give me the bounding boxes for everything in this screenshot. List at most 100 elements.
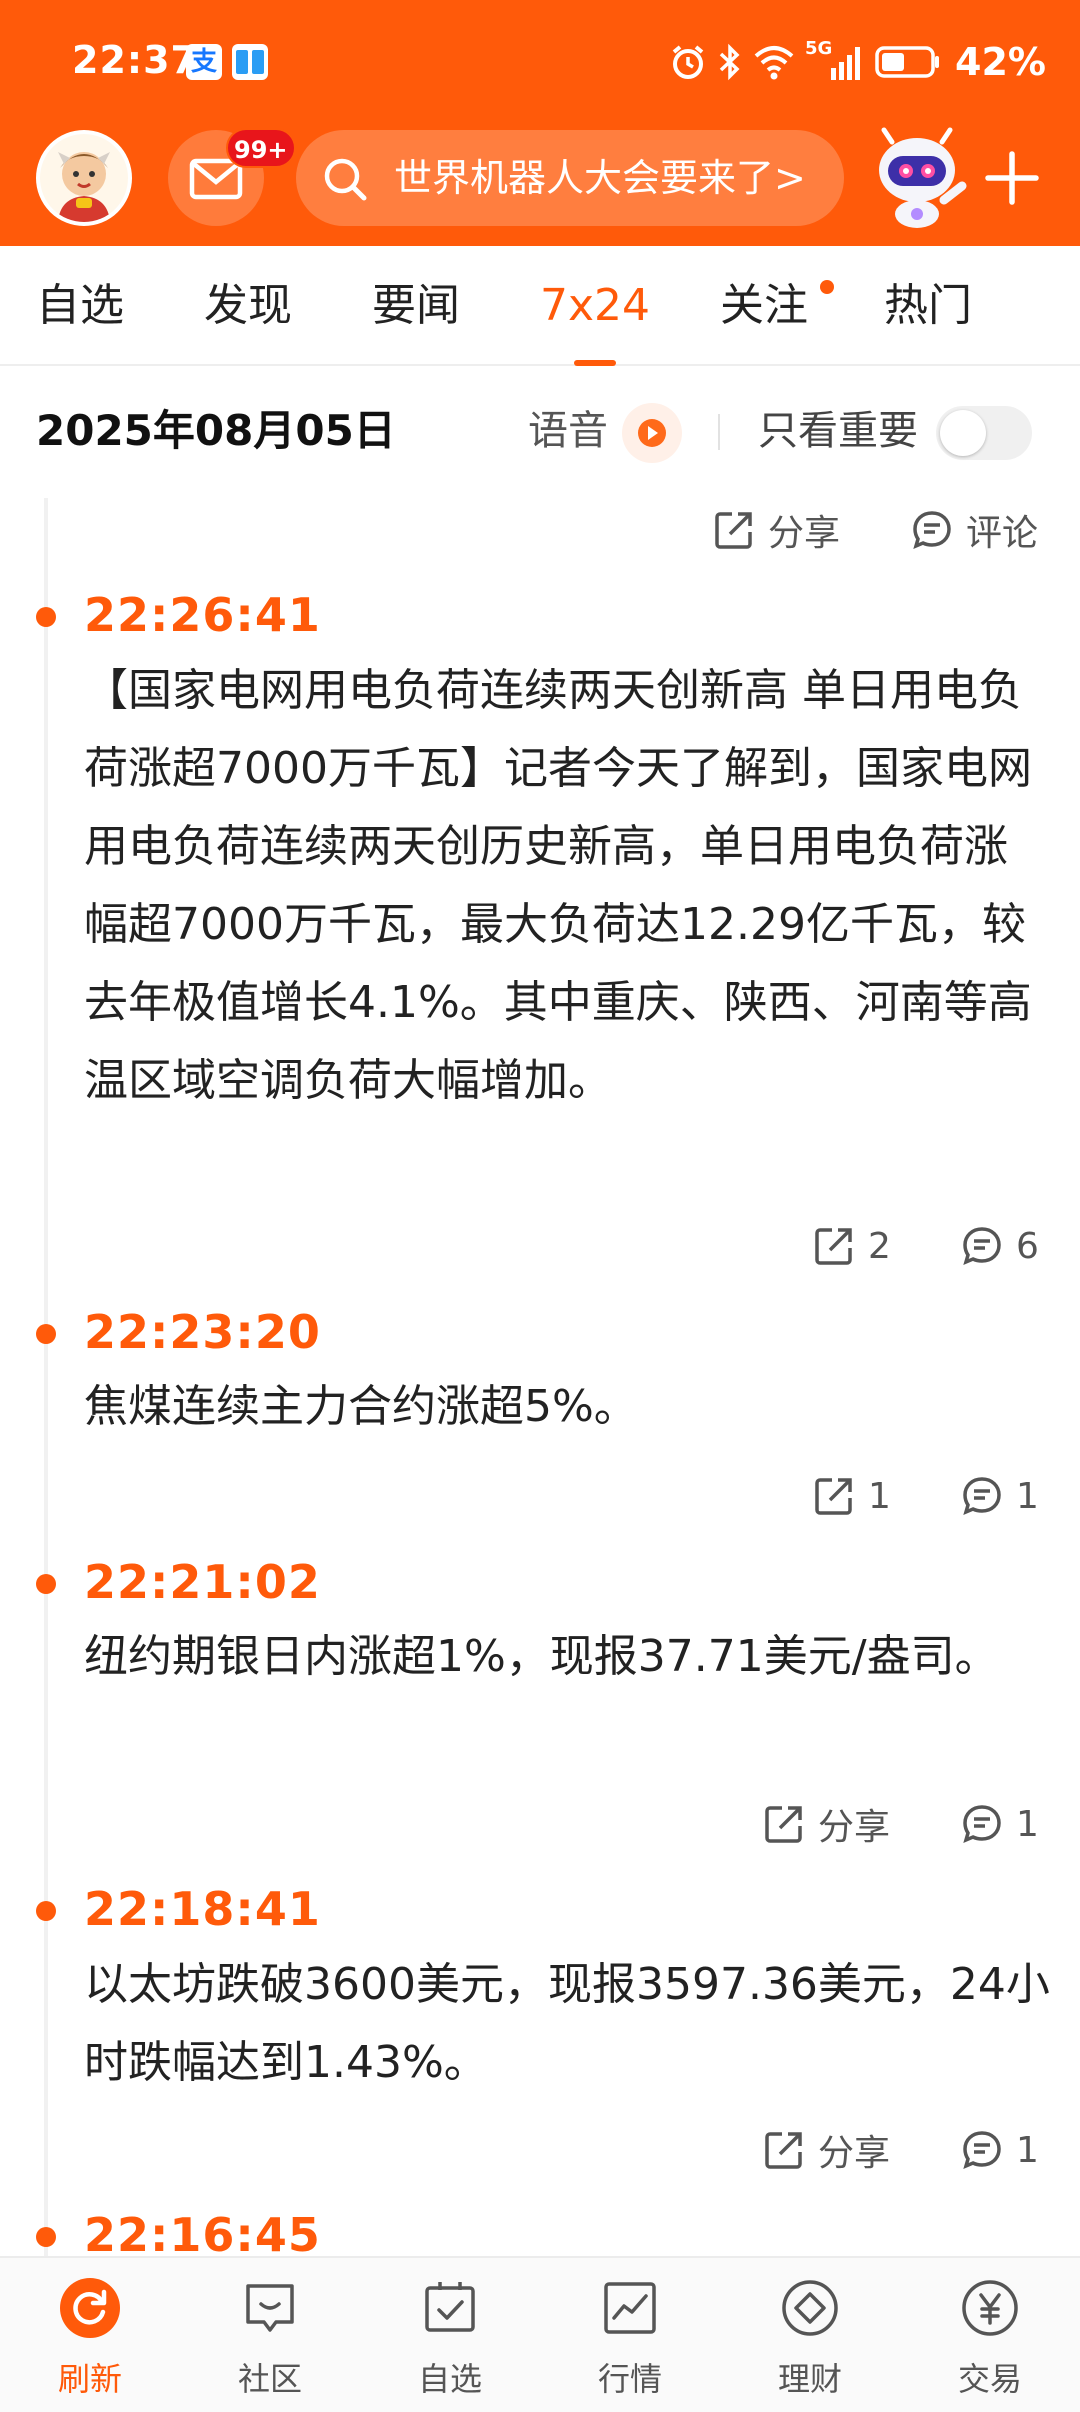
tab-discover[interactable]: 发现 [204, 246, 292, 366]
timeline-dot [36, 1901, 56, 1921]
timeline-dot [36, 2227, 56, 2247]
user-avatar[interactable] [36, 130, 132, 226]
book-notification-icon [232, 44, 268, 80]
important-only-label: 只看重要 [758, 408, 918, 454]
search-placeholder: 世界机器人大会要来了> [394, 156, 806, 200]
share-button[interactable]: 分享 [762, 1796, 890, 1852]
search-icon [324, 158, 367, 201]
feed-date[interactable]: 2025年08月05日 [36, 368, 396, 494]
share-button[interactable]: 1 [812, 1468, 891, 1524]
news-time: 22:23:20 [84, 1305, 321, 1359]
timeline-dot [36, 607, 56, 627]
news-text: 焦煤连续主力合约涨超5%。 [84, 1381, 638, 1432]
share-button[interactable]: 分享 [712, 502, 840, 558]
comment-button[interactable]: 1 [960, 2122, 1039, 2178]
comment-label: 评论 [966, 513, 1039, 554]
important-only-toggle[interactable] [936, 406, 1032, 460]
battery-icon [875, 46, 940, 78]
tab-7x24[interactable]: 7x24 [540, 246, 650, 366]
voice-label[interactable]: 语音 [528, 368, 608, 494]
search-bar[interactable]: 世界机器人大会要来了> [296, 130, 844, 226]
news-time: 22:16:45 [84, 2208, 321, 2262]
share-count: 2 [868, 1225, 891, 1267]
mail-unread-badge: 99+ [226, 128, 296, 168]
news-text: 以太坊跌破3600美元，现报3597.36美元，24小时跌幅达到1.43%。 [84, 1959, 1050, 2088]
add-button[interactable] [982, 148, 1042, 208]
nav-label: 交易 [957, 2360, 1022, 2398]
wifi-icon [754, 46, 794, 80]
comment-count: 1 [1016, 2129, 1039, 2171]
alarm-icon [672, 45, 704, 79]
tab-headlines[interactable]: 要闻 [372, 246, 460, 366]
plus-icon [985, 151, 1039, 205]
timeline-line [44, 498, 48, 2258]
share-icon [765, 1806, 802, 1843]
robot-mascot-icon[interactable] [862, 122, 972, 232]
comment-button[interactable]: 评论 [910, 502, 1038, 558]
nav-market[interactable]: 行情 [540, 2258, 720, 2412]
share-label: 分享 [818, 2133, 891, 2174]
nav-refresh[interactable]: 刷新 [0, 2258, 180, 2412]
comment-icon [913, 511, 951, 550]
news-time: 22:26:41 [84, 588, 321, 642]
status-bar: 22:37 支 5G 42% [0, 0, 1080, 120]
status-time: 22:37 [72, 38, 198, 82]
cellular-signal-icon: 5G [805, 38, 865, 82]
voice-play-button[interactable] [622, 403, 682, 463]
share-label: 分享 [818, 1807, 891, 1848]
news-time: 22:18:41 [84, 1882, 321, 1936]
bluetooth-icon [719, 43, 740, 81]
nav-wealth[interactable]: 理财 [720, 2258, 900, 2412]
share-icon [815, 1478, 852, 1515]
tab-watchlist[interactable]: 自选 [36, 246, 124, 366]
share-icon [715, 512, 752, 549]
comment-icon [963, 2131, 1001, 2170]
comment-count: 6 [1016, 1225, 1039, 1267]
tab-trending[interactable]: 热门 [884, 246, 972, 366]
comment-button[interactable]: 1 [960, 1468, 1039, 1524]
share-label: 分享 [768, 513, 841, 554]
checked-box-icon [425, 2282, 475, 2332]
comment-count: 1 [1016, 1475, 1039, 1517]
bottom-navigation: 刷新 社区 自选 行情 理财 交易 [0, 2256, 1080, 2412]
active-tab-indicator [574, 360, 616, 366]
share-count: 1 [868, 1475, 891, 1517]
comment-icon [963, 1477, 1001, 1516]
news-text: 纽约期银日内涨超1%，现报37.71美元/盎司。 [84, 1631, 999, 1682]
timeline-dot [36, 1324, 56, 1344]
status-icons: 5G 42% [669, 38, 1046, 84]
comment-button[interactable]: 6 [960, 1218, 1039, 1274]
share-button[interactable]: 分享 [762, 2122, 890, 2178]
chat-bubble-icon [246, 2284, 294, 2332]
nav-label: 刷新 [57, 2360, 122, 2398]
nav-trade[interactable]: 交易 [900, 2258, 1080, 2412]
battery-percent: 42% [955, 40, 1046, 84]
toggle-knob [940, 410, 986, 456]
comment-count: 1 [1016, 1803, 1039, 1845]
following-unread-dot [820, 280, 834, 294]
nav-label: 自选 [417, 2360, 482, 2398]
timeline-dot [36, 1574, 56, 1594]
nav-label: 社区 [237, 2360, 302, 2398]
date-bar: 2025年08月05日 语音 只看重要 [0, 368, 1080, 494]
category-tabs: 自选 发现 要闻 7x24 关注 热门 [0, 246, 1080, 366]
nav-label: 行情 [597, 2360, 662, 2398]
news-time: 22:21:02 [84, 1555, 321, 1609]
play-icon [638, 419, 666, 447]
line-chart-icon [604, 2282, 656, 2334]
nav-community[interactable]: 社区 [180, 2258, 360, 2412]
tab-following[interactable]: 关注 [720, 246, 808, 366]
comment-button[interactable]: 1 [960, 1796, 1039, 1852]
nav-watchlist[interactable]: 自选 [360, 2258, 540, 2412]
refresh-icon [60, 2278, 120, 2338]
diamond-icon [782, 2280, 838, 2336]
comment-icon [963, 1805, 1001, 1844]
yen-coin-icon [962, 2280, 1018, 2336]
alipay-notification-icon: 支 [186, 44, 222, 80]
share-icon [815, 1228, 852, 1265]
app-header: 22:37 支 5G 42% 99+ 世界机器人大会要来了> [0, 0, 1080, 246]
share-button[interactable]: 2 [812, 1218, 891, 1274]
comment-icon [963, 1227, 1001, 1266]
share-icon [765, 2132, 802, 2169]
news-text: 【国家电网用电负荷连续两天创新高 单日用电负荷涨超7000万千瓦】记者今天了解到… [84, 665, 1032, 1106]
